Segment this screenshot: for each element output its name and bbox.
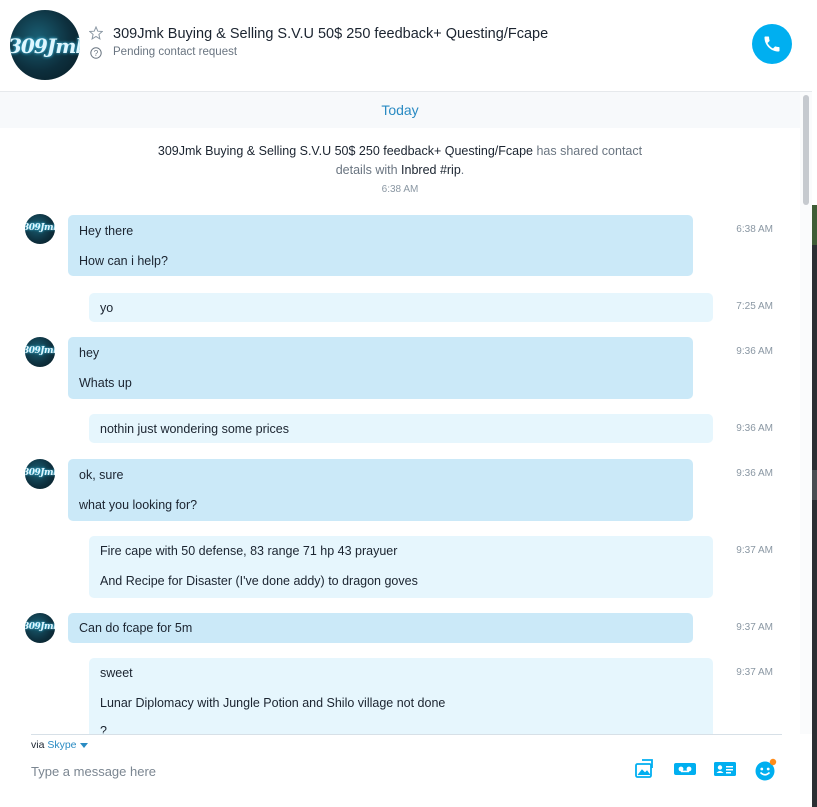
message-line: hey <box>79 346 100 360</box>
system-message-end: . <box>460 163 465 177</box>
question-icon: ? <box>90 47 102 59</box>
call-button[interactable] <box>752 24 792 64</box>
message-time: 9:37 AM <box>736 667 773 678</box>
outgoing-message[interactable]: yo <box>89 293 713 322</box>
message-line: yo <box>100 301 114 315</box>
background-panel <box>812 470 817 500</box>
contact-status: Pending contact request <box>113 46 238 58</box>
message-line: Can do fcape for 5m <box>79 621 193 635</box>
video-message-icon[interactable] <box>673 758 697 780</box>
system-message-time: 6:38 AM <box>381 184 419 195</box>
message-line: ok, sure <box>79 468 124 482</box>
incoming-message[interactable]: Hey there How can i help? <box>68 215 693 276</box>
via-prefix: via <box>31 739 48 751</box>
incoming-message[interactable]: ok, sure what you looking for? <box>68 459 693 521</box>
background-panel <box>812 0 817 205</box>
message-time: 9:36 AM <box>736 346 773 357</box>
day-divider: Today <box>0 92 800 128</box>
message-line: nothin just wondering some prices <box>100 422 289 436</box>
svg-text:?: ? <box>94 49 99 58</box>
chat-window: 309Jmk 309Jmk Buying & Selling S.V.U 50$… <box>0 0 812 807</box>
sender-avatar[interactable]: 309Jmk <box>25 459 55 489</box>
emoticon-icon[interactable] <box>754 758 778 782</box>
chevron-down-icon[interactable] <box>80 743 88 748</box>
message-line: Hey there <box>79 224 134 238</box>
contact-name[interactable]: 309Jmk Buying & Selling S.V.U 50$ 250 fe… <box>113 26 548 42</box>
avatar-logo-text: 309Jmk <box>25 468 55 478</box>
sender-avatar[interactable]: 309Jmk <box>25 613 55 643</box>
message-time: 9:36 AM <box>736 423 773 434</box>
message-line: Fire cape with 50 defense, 83 range 71 h… <box>100 544 398 558</box>
avatar-logo-text: 309Jmk <box>25 223 55 233</box>
incoming-message[interactable]: Can do fcape for 5m <box>68 613 693 643</box>
message-time: 7:25 AM <box>736 301 773 312</box>
composer-divider <box>31 734 782 735</box>
via-service[interactable]: Skype <box>47 739 76 751</box>
image-share-icon[interactable] <box>634 758 656 780</box>
message-time: 9:37 AM <box>736 545 773 556</box>
contact-card-icon[interactable] <box>713 758 737 780</box>
message-time: 9:36 AM <box>736 468 773 479</box>
conversation-header: 309Jmk 309Jmk Buying & Selling S.V.U 50$… <box>0 0 812 92</box>
message-input[interactable] <box>31 760 611 782</box>
sender-avatar[interactable]: 309Jmk <box>25 337 55 367</box>
avatar-logo-text: 309Jmk <box>25 346 55 356</box>
avatar-logo-text: 309Jmk <box>10 34 80 58</box>
scrollbar-thumb[interactable] <box>803 95 809 205</box>
outgoing-message[interactable]: nothin just wondering some prices <box>89 414 713 443</box>
star-icon[interactable] <box>89 26 103 40</box>
background-window-edge <box>812 0 817 807</box>
message-line: And Recipe for Disaster (I've done addy)… <box>100 574 418 588</box>
message-line: sweet <box>100 666 133 680</box>
message-line: How can i help? <box>79 254 168 268</box>
via-selector[interactable]: via Skype <box>31 739 77 751</box>
avatar-logo-text: 309Jmk <box>25 622 55 632</box>
message-composer: via Skype <box>0 734 812 807</box>
incoming-message[interactable]: hey Whats up <box>68 337 693 399</box>
system-message-target: Inbred #rip <box>401 163 461 177</box>
outgoing-message[interactable]: Fire cape with 50 defense, 83 range 71 h… <box>89 536 713 598</box>
sender-avatar[interactable]: 309Jmk <box>25 214 55 244</box>
system-message-sender: 309Jmk Buying & Selling S.V.U 50$ 250 fe… <box>157 144 533 158</box>
message-history[interactable]: Today 309Jmk Buying & Selling S.V.U 50$ … <box>0 92 800 734</box>
message-time: 6:38 AM <box>736 224 773 235</box>
phone-icon <box>764 36 780 52</box>
message-time: 9:37 AM <box>736 622 773 633</box>
message-line: ? <box>100 724 107 734</box>
message-line: Whats up <box>79 376 132 390</box>
background-panel <box>812 205 817 245</box>
outgoing-message[interactable]: sweet Lunar Diplomacy with Jungle Potion… <box>89 658 713 734</box>
message-line: what you looking for? <box>79 498 198 512</box>
day-label: Today <box>381 102 419 118</box>
contact-avatar[interactable]: 309Jmk <box>10 10 80 80</box>
system-message: 309Jmk Buying & Selling S.V.U 50$ 250 fe… <box>150 142 650 180</box>
message-line: Lunar Diplomacy with Jungle Potion and S… <box>100 696 446 710</box>
